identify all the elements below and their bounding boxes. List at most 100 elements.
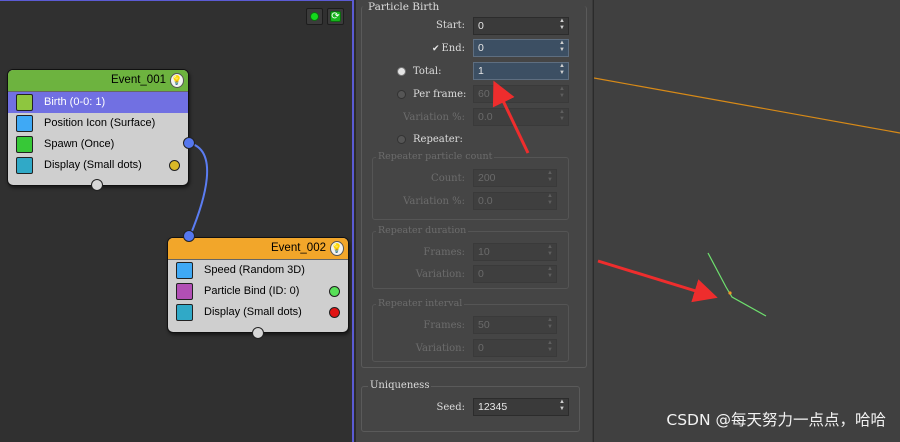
3d-viewport[interactable]: CSDN @每天努力一点点，哈哈 <box>594 0 900 442</box>
speed-icon <box>176 262 193 279</box>
event-001-header[interactable]: Event_001 💡 <box>8 70 188 92</box>
interval-frames-value: 50 <box>478 319 490 331</box>
birth-icon <box>16 94 33 111</box>
duration-frames-value: 10 <box>478 246 490 258</box>
repeater-label: Repeater: <box>413 134 463 145</box>
particle-bind-icon <box>176 283 193 300</box>
start-spinner[interactable]: 0 ▲ ▼ <box>473 17 569 35</box>
operator-label: Display (Small dots) <box>44 159 142 171</box>
spinner-arrows-icon[interactable]: ▲ ▼ <box>559 399 565 413</box>
spinner-arrows-icon[interactable]: ▲ ▼ <box>547 244 553 258</box>
event-002-operator-row[interactable]: Display (Small dots) <box>168 302 348 323</box>
end-spinner[interactable]: 0 ▲ ▼ <box>473 39 569 57</box>
operator-label: Particle Bind (ID: 0) <box>204 285 300 297</box>
per-frame-value: 60 <box>478 88 490 100</box>
duration-frames-spinner[interactable]: 10 ▲ ▼ <box>473 243 557 261</box>
variation-spinner[interactable]: 0.0 ▲ ▼ <box>473 108 569 126</box>
interval-frames-label: Frames: <box>423 320 465 331</box>
spawn-icon <box>16 136 33 153</box>
event-002-header[interactable]: Event_002 💡 <box>168 238 348 260</box>
position-icon-icon <box>16 115 33 132</box>
seed-label: Seed: <box>436 402 465 413</box>
repeater-interval-title: Repeater interval <box>376 298 465 309</box>
event-001-node[interactable]: Event_001 💡 Birth (0-0: 1) Position Icon … <box>7 69 189 186</box>
event-001-operator-row[interactable]: Display (Small dots) <box>8 155 188 176</box>
particle-flow-graph[interactable]: ⟳ Event_001 💡 Birth (0-0: 1) Position Ico… <box>0 0 354 442</box>
repeater-count-title: Repeater particle count <box>376 151 495 162</box>
watermark-text: CSDN @每天努力一点点，哈哈 <box>666 411 886 429</box>
interval-frames-spinner[interactable]: 50 ▲ ▼ <box>473 316 557 334</box>
repeater-count-group <box>372 157 569 220</box>
per-frame-spinner[interactable]: 60 ▲ ▼ <box>473 85 569 103</box>
count-variation-spinner[interactable]: 0.0 ▲ ▼ <box>473 192 557 210</box>
seed-spinner[interactable]: 12345 ▲ ▼ <box>473 398 569 416</box>
end-label: End: <box>441 43 465 54</box>
operator-label: Position Icon (Surface) <box>44 117 156 129</box>
event-001-title: Event_001 <box>111 74 166 86</box>
spinner-arrows-icon[interactable]: ▲ ▼ <box>559 86 565 100</box>
duration-frames-label: Frames: <box>423 247 465 258</box>
operator-label: Display (Small dots) <box>204 306 302 318</box>
count-value: 200 <box>478 172 496 184</box>
duration-variation-label: Variation: <box>415 269 465 280</box>
end-checkbox[interactable]: ✔ <box>432 43 440 54</box>
event-002-input-socket[interactable] <box>183 230 195 242</box>
particle-dot <box>728 291 732 295</box>
per-frame-label: Per frame: <box>413 89 467 100</box>
duration-variation-value: 0 <box>478 268 484 280</box>
wire-layer <box>188 142 209 237</box>
particle-trail <box>707 252 767 317</box>
spinner-arrows-icon[interactable]: ▲ ▼ <box>547 266 553 280</box>
event-002-node[interactable]: Event_002 💡 Speed (Random 3D) Particle Bi… <box>167 237 349 333</box>
operator-status-dot[interactable] <box>169 160 180 171</box>
event-002-operator-row[interactable]: Speed (Random 3D) <box>168 260 348 281</box>
count-variation-label: Variation %: <box>403 196 465 207</box>
grid-axis-line <box>594 77 900 134</box>
event-001-operator-row[interactable]: Birth (0-0: 1) <box>8 92 188 113</box>
uniqueness-title: Uniqueness <box>368 380 432 391</box>
spinner-arrows-icon[interactable]: ▲ ▼ <box>547 317 553 331</box>
spinner-arrows-icon[interactable]: ▲ ▼ <box>547 170 553 184</box>
lightbulb-icon[interactable]: 💡 <box>330 241 344 256</box>
spinner-arrows-icon[interactable]: ▲ ▼ <box>559 63 565 77</box>
duration-variation-spinner[interactable]: 0 ▲ ▼ <box>473 265 557 283</box>
seed-value: 12345 <box>478 401 508 413</box>
interval-variation-spinner[interactable]: 0 ▲ ▼ <box>473 339 557 357</box>
count-label: Count: <box>431 173 465 184</box>
end-value: 0 <box>478 42 484 54</box>
event-002-output-socket[interactable] <box>252 327 264 339</box>
start-label: Start: <box>436 20 465 31</box>
total-value: 1 <box>478 65 484 77</box>
event-002-operator-row[interactable]: Particle Bind (ID: 0) <box>168 281 348 302</box>
total-label: Total: <box>413 66 442 77</box>
operator-label: Birth (0-0: 1) <box>44 96 106 108</box>
total-spinner[interactable]: 1 ▲ ▼ <box>473 62 569 80</box>
variation-value: 0.0 <box>478 111 493 123</box>
event-001-operator-row[interactable]: Spawn (Once) <box>8 134 188 155</box>
variation-label: Variation %: <box>403 112 465 123</box>
interval-variation-value: 0 <box>478 342 484 354</box>
event-001-operator-row[interactable]: Position Icon (Surface) <box>8 113 188 134</box>
event-002-title: Event_002 <box>271 242 326 254</box>
spinner-arrows-icon[interactable]: ▲ ▼ <box>559 109 565 123</box>
event-wire[interactable] <box>188 142 209 237</box>
total-radio[interactable] <box>397 67 406 76</box>
particle-birth-panel: Particle Birth Start: 0 ▲ ▼ ✔ End: 0 ▲ ▼ T… <box>356 0 593 442</box>
operator-status-dot[interactable] <box>329 307 340 318</box>
repeater-radio[interactable] <box>397 135 406 144</box>
start-value: 0 <box>478 20 484 32</box>
lightbulb-icon[interactable]: 💡 <box>170 73 184 88</box>
spawn-output-socket[interactable] <box>183 137 195 149</box>
spinner-arrows-icon[interactable]: ▲ ▼ <box>559 40 565 54</box>
spinner-arrows-icon[interactable]: ▲ ▼ <box>559 18 565 32</box>
display-icon <box>16 157 33 174</box>
spinner-arrows-icon[interactable]: ▲ ▼ <box>547 193 553 207</box>
count-spinner[interactable]: 200 ▲ ▼ <box>473 169 557 187</box>
operator-label: Speed (Random 3D) <box>204 264 305 276</box>
event-001-output-socket[interactable] <box>91 179 103 191</box>
spinner-arrows-icon[interactable]: ▲ ▼ <box>547 340 553 354</box>
per-frame-radio[interactable] <box>397 90 406 99</box>
viewport-scene <box>594 77 900 317</box>
operator-status-dot[interactable] <box>329 286 340 297</box>
display-icon <box>176 304 193 321</box>
